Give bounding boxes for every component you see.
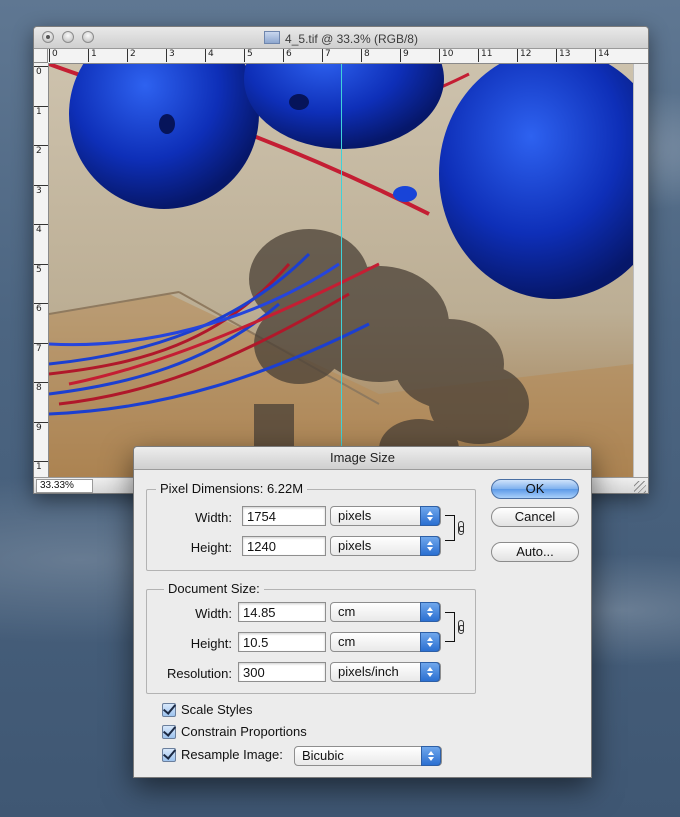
pixel-dimensions-size: 6.22M [266,481,304,496]
pixel-width-input[interactable] [242,506,326,526]
ruler-h-tick: 12 [517,49,531,62]
ruler-v-tick: 2 [34,145,48,156]
ruler-h-tick: 8 [361,49,370,62]
vertical-guide-line[interactable] [341,64,342,477]
image-canvas[interactable] [49,64,633,477]
ruler-v-tick: 1 [34,105,48,117]
vertical-scrollbar[interactable] [633,64,648,477]
resample-method-select[interactable]: Bicubic [294,746,442,766]
ruler-h-tick: 7 [322,49,331,62]
resolution-label: Resolution: [166,666,232,681]
cancel-button[interactable]: Cancel [491,507,579,527]
pixel-width-unit-select[interactable]: pixels [330,506,441,526]
pixel-width-label: Width: [195,510,232,525]
resolution-unit-value: pixels/inch [338,664,399,679]
ruler-v-tick: 0 [34,66,48,77]
ruler-v-tick: 6 [34,303,48,314]
doc-height-unit-select[interactable]: cm [330,632,441,652]
image-size-dialog: Image Size Pixel Dimensions: 6.22M Width… [133,446,592,778]
doc-height-label: Height: [190,636,232,651]
ruler-h-tick: 0 [49,49,58,62]
ruler-h-tick: 1 [88,49,97,62]
pixel-dimensions-title: Pixel Dimensions: [160,481,264,496]
doc-height-input[interactable] [238,632,326,652]
popup-arrows-icon [420,632,440,652]
auto-button[interactable]: Auto... [491,542,579,562]
resolution-input[interactable] [238,662,326,682]
horizontal-ruler[interactable]: 0 1 2 3 4 5 6 7 8 9 10 11 12 13 14 [48,49,648,64]
ruler-h-tick: 10 [439,49,453,62]
doc-width-unit-select[interactable]: cm [330,602,441,622]
ruler-v-tick: 7 [34,342,48,354]
ruler-h-tick: 14 [595,49,609,62]
pixel-height-label: Height: [190,540,232,555]
ruler-h-tick: 11 [478,49,492,62]
ruler-h-tick: 13 [556,49,570,62]
chain-link-icon [458,521,464,535]
zoom-level-field[interactable]: 33.33% [36,479,93,493]
popup-arrows-icon [421,746,441,766]
doc-width-unit-value: cm [338,604,356,619]
scale-styles-label: Scale Styles [181,702,253,717]
pixel-height-unit-value: pixels [338,538,372,553]
balloon-photo [49,64,633,477]
dialog-title: Image Size [134,447,591,470]
ruler-origin[interactable] [34,49,48,63]
constrain-proportions-label: Constrain Proportions [181,724,307,739]
ruler-h-tick: 3 [166,49,175,62]
resample-image-checkbox[interactable] [162,748,176,762]
ruler-v-tick: 8 [34,382,48,393]
document-titlebar[interactable]: 4_5.tif @ 33.3% (RGB/8) [34,27,648,49]
document-size-label: Document Size: [164,581,264,596]
popup-arrows-icon [420,662,440,682]
ruler-v-tick: 9 [34,421,48,433]
doc-width-label: Width: [195,606,232,621]
pixel-dimensions-label: Pixel Dimensions: 6.22M [156,481,308,496]
ruler-h-tick: 9 [400,49,409,62]
ruler-v-tick: 1 [34,461,48,472]
constrain-proportions-checkbox[interactable] [162,725,176,739]
popup-arrows-icon [420,602,440,622]
document-title-text: 4_5.tif @ 33.3% (RGB/8) [285,32,418,46]
ruler-h-tick: 6 [283,49,292,62]
resample-image-label: Resample Image: [181,747,283,762]
ruler-h-tick: 5 [244,49,253,62]
pixel-link-bracket [445,515,455,541]
document-window: 4_5.tif @ 33.3% (RGB/8) 0 1 2 3 4 5 6 7 8 9 10 11 12… [33,26,649,494]
doc-width-input[interactable] [238,602,326,622]
pixel-height-input[interactable] [242,536,326,556]
image-file-icon [264,31,281,44]
document-title: 4_5.tif @ 33.3% (RGB/8) [34,31,648,46]
resample-method-value: Bicubic [302,748,344,763]
resize-grip[interactable] [634,481,646,493]
ruler-h-tick: 4 [205,49,214,62]
doc-height-unit-value: cm [338,634,356,649]
ruler-h-tick: 2 [127,49,136,62]
vertical-ruler[interactable]: 0 1 2 3 4 5 6 7 8 9 1 [34,63,49,477]
ok-button[interactable]: OK [491,479,579,499]
popup-arrows-icon [420,536,440,556]
popup-arrows-icon [420,506,440,526]
ruler-v-tick: 4 [34,224,48,235]
pixel-width-unit-value: pixels [338,508,372,523]
doc-link-bracket [445,612,455,642]
scale-styles-checkbox[interactable] [162,703,176,717]
ruler-v-tick: 5 [34,263,48,275]
chain-link-icon [458,620,464,634]
resolution-unit-select[interactable]: pixels/inch [330,662,441,682]
pixel-dimensions-group [146,489,476,571]
pixel-height-unit-select[interactable]: pixels [330,536,441,556]
ruler-v-tick: 3 [34,184,48,196]
